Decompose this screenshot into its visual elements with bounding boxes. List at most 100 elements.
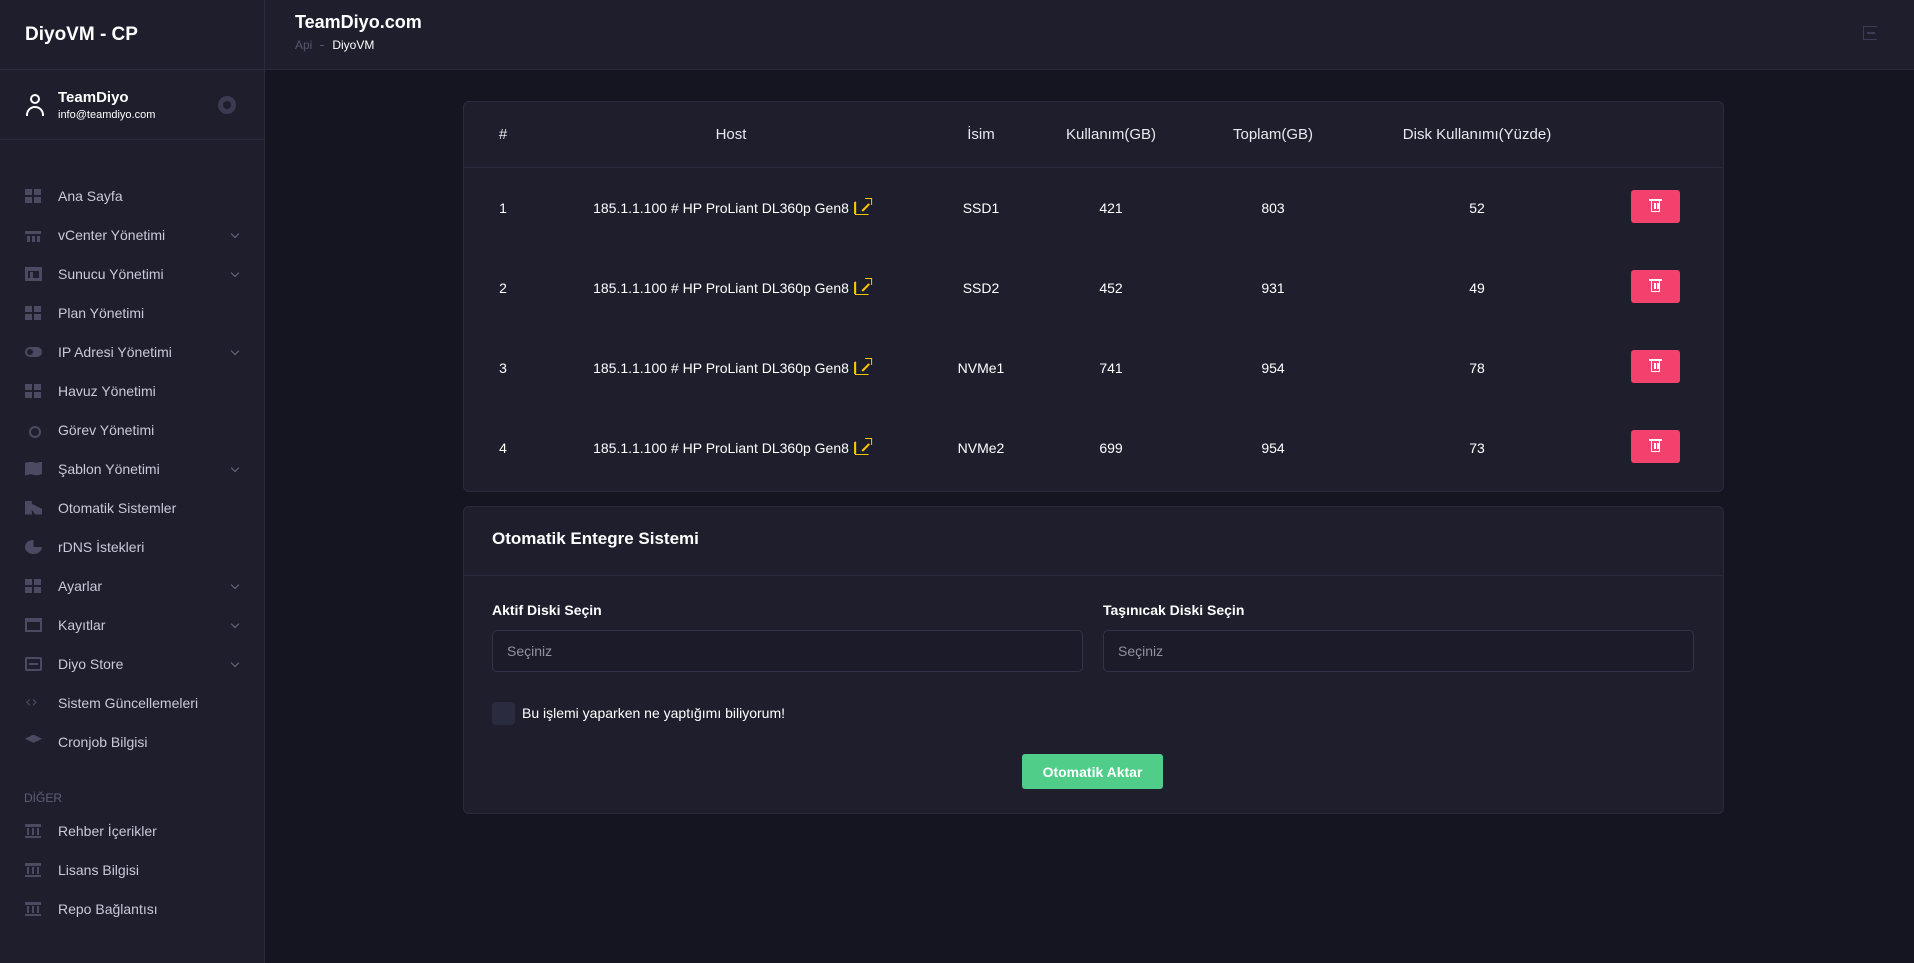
trash-icon xyxy=(1649,439,1662,452)
breadcrumb: Api DiyoVM xyxy=(295,38,374,52)
map-icon xyxy=(25,461,42,476)
trash-icon xyxy=(1649,279,1662,292)
card-title: Otomatik Entegre Sistemi xyxy=(492,529,699,548)
user-email: info@teamdiyo.com xyxy=(58,108,156,121)
sidebar-item-label: Repo Bağlantısı xyxy=(58,900,158,917)
table-row: 4 185.1.1.100 # HP ProLiant DL360p Gen8 … xyxy=(464,408,1723,488)
cell-number: 4 xyxy=(499,440,507,456)
column-header-used: Kullanım(GB) xyxy=(1065,126,1157,143)
cell-used: 741 xyxy=(1099,360,1123,376)
cell-number: 1 xyxy=(499,200,507,216)
cell-total: 954 xyxy=(1261,360,1285,376)
sidebar-item-sistem-guncellemeleri[interactable]: Sistem Güncellemeleri xyxy=(0,683,264,722)
cell-number: 2 xyxy=(499,280,507,296)
column-header-host: Host xyxy=(715,126,747,143)
host-link[interactable]: 185.1.1.100 # HP ProLiant DL360p Gen8 xyxy=(593,360,849,376)
sidebar-item-rehber[interactable]: Rehber İçerikler xyxy=(0,811,264,850)
chevron-down-icon xyxy=(230,580,240,590)
sidebar-item-sunucu[interactable]: Sunucu Yönetimi xyxy=(0,254,264,293)
layout-icon xyxy=(25,266,42,281)
cell-percent: 52 xyxy=(1469,200,1485,216)
cell-host[interactable]: 185.1.1.100 # HP ProLiant DL360p Gen8 xyxy=(593,278,872,296)
sidebar-item-repo[interactable]: Repo Bağlantısı xyxy=(0,889,264,928)
table-row: 2 185.1.1.100 # HP ProLiant DL360p Gen8 … xyxy=(464,248,1723,328)
sidebar-item-label: Otomatik Sistemler xyxy=(58,499,177,516)
user-name: TeamDiyo xyxy=(58,88,129,106)
sidebar-item-label: Görev Yönetimi xyxy=(58,421,155,438)
host-link[interactable]: 185.1.1.100 # HP ProLiant DL360p Gen8 xyxy=(593,440,849,456)
cell-host[interactable]: 185.1.1.100 # HP ProLiant DL360p Gen8 xyxy=(593,438,872,456)
delete-button[interactable] xyxy=(1631,190,1680,223)
column-header-total: Toplam(GB) xyxy=(1232,126,1314,143)
active-disk-label: Aktif Diski Seçin xyxy=(492,602,602,618)
settings-gear-icon[interactable] xyxy=(218,96,236,114)
sidebar-item-rdns[interactable]: rDNS İstekleri xyxy=(0,527,264,566)
user-icon xyxy=(24,92,46,118)
sidebar-item-sablon[interactable]: Şablon Yönetimi xyxy=(0,449,264,488)
column-header-name: İsim xyxy=(967,126,995,143)
delete-button[interactable] xyxy=(1631,430,1680,463)
target-disk-label: Taşınıcak Diski Seçin xyxy=(1103,602,1245,618)
sidebar-item-label: Diyo Store xyxy=(58,655,124,672)
sidebar-section-label: DİĞER xyxy=(24,791,63,805)
host-link[interactable]: 185.1.1.100 # HP ProLiant DL360p Gen8 xyxy=(593,280,849,296)
chevron-down-icon xyxy=(230,463,240,473)
toggle-icon xyxy=(25,346,42,357)
sidebar-item-label: Sistem Güncellemeleri xyxy=(58,694,199,711)
external-link-icon[interactable] xyxy=(854,438,872,455)
external-link-icon[interactable] xyxy=(854,358,872,375)
external-link-icon[interactable] xyxy=(854,278,872,295)
table-header: # Host İsim Kullanım(GB) Toplam(GB) Disk… xyxy=(464,102,1723,168)
bank-icon xyxy=(25,901,42,916)
delete-button[interactable] xyxy=(1631,350,1680,383)
sidebar-item-ayarlar[interactable]: Ayarlar xyxy=(0,566,264,605)
logout-icon[interactable] xyxy=(1863,26,1877,40)
cell-used: 699 xyxy=(1099,440,1123,456)
sidebar-item-label: Sunucu Yönetimi xyxy=(58,265,164,282)
store-icon xyxy=(25,656,42,671)
breadcrumb-item-api[interactable]: Api xyxy=(295,38,312,52)
cell-host[interactable]: 185.1.1.100 # HP ProLiant DL360p Gen8 xyxy=(593,198,872,216)
sidebar-item-vcenter[interactable]: vCenter Yönetimi xyxy=(0,215,264,254)
confirm-checkbox[interactable] xyxy=(492,702,515,725)
sidebar-item-gorev[interactable]: Görev Yönetimi xyxy=(0,410,264,449)
cell-host[interactable]: 185.1.1.100 # HP ProLiant DL360p Gen8 xyxy=(593,358,872,376)
sidebar-item-diyo-store[interactable]: Diyo Store xyxy=(0,644,264,683)
sidebar-item-label: rDNS İstekleri xyxy=(58,538,145,555)
table-row: 1 185.1.1.100 # HP ProLiant DL360p Gen8 … xyxy=(464,168,1723,248)
grid-icon xyxy=(25,383,42,398)
sidebar-item-ip-adresi[interactable]: IP Adresi Yönetimi xyxy=(0,332,264,371)
chevron-down-icon xyxy=(230,268,240,278)
sidebar-item-label: Ana Sayfa xyxy=(58,187,123,204)
cell-percent: 78 xyxy=(1469,360,1485,376)
trash-icon xyxy=(1649,199,1662,212)
sidebar-item-havuz[interactable]: Havuz Yönetimi xyxy=(0,371,264,410)
sidebar-item-label: vCenter Yönetimi xyxy=(58,226,166,243)
active-disk-select[interactable]: Seçiniz xyxy=(492,630,1083,672)
sidebar-item-cronjob[interactable]: Cronjob Bilgisi xyxy=(0,722,264,761)
sidebar-item-ana-sayfa[interactable]: Ana Sayfa xyxy=(0,176,264,215)
user-panel: TeamDiyo info@teamdiyo.com xyxy=(0,70,264,140)
external-link-icon[interactable] xyxy=(854,198,872,215)
sidebar-item-label: Rehber İçerikler xyxy=(58,822,157,839)
sidebar-item-label: Ayarlar xyxy=(58,577,103,594)
sidebar-item-label: IP Adresi Yönetimi xyxy=(58,343,172,360)
chevron-down-icon xyxy=(230,619,240,629)
sidebar-item-plan[interactable]: Plan Yönetimi xyxy=(0,293,264,332)
cell-used: 421 xyxy=(1099,200,1123,216)
page-title: TeamDiyo.com xyxy=(295,12,422,32)
sidebar-item-kayitlar[interactable]: Kayıtlar xyxy=(0,605,264,644)
grid-icon xyxy=(25,578,42,593)
sidebar-item-lisans[interactable]: Lisans Bilgisi xyxy=(0,850,264,889)
auto-transfer-button[interactable]: Otomatik Aktar xyxy=(1022,754,1163,789)
sidebar-item-otomatik[interactable]: Otomatik Sistemler xyxy=(0,488,264,527)
host-link[interactable]: 185.1.1.100 # HP ProLiant DL360p Gen8 xyxy=(593,200,849,216)
column-header-number: # xyxy=(498,126,508,143)
target-disk-select[interactable]: Seçiniz xyxy=(1103,630,1694,672)
cell-name: NVMe1 xyxy=(957,360,1005,376)
delete-button[interactable] xyxy=(1631,270,1680,303)
confirm-checkbox-label[interactable]: Bu işlemi yaparken ne yaptığımı biliyoru… xyxy=(522,705,785,721)
auto-integration-card: Otomatik Entegre Sistemi Aktif Diski Seç… xyxy=(463,506,1724,814)
brand-logo[interactable]: DiyoVM - CP xyxy=(0,0,264,70)
column-header-percent: Disk Kullanımı(Yüzde) xyxy=(1402,126,1552,143)
